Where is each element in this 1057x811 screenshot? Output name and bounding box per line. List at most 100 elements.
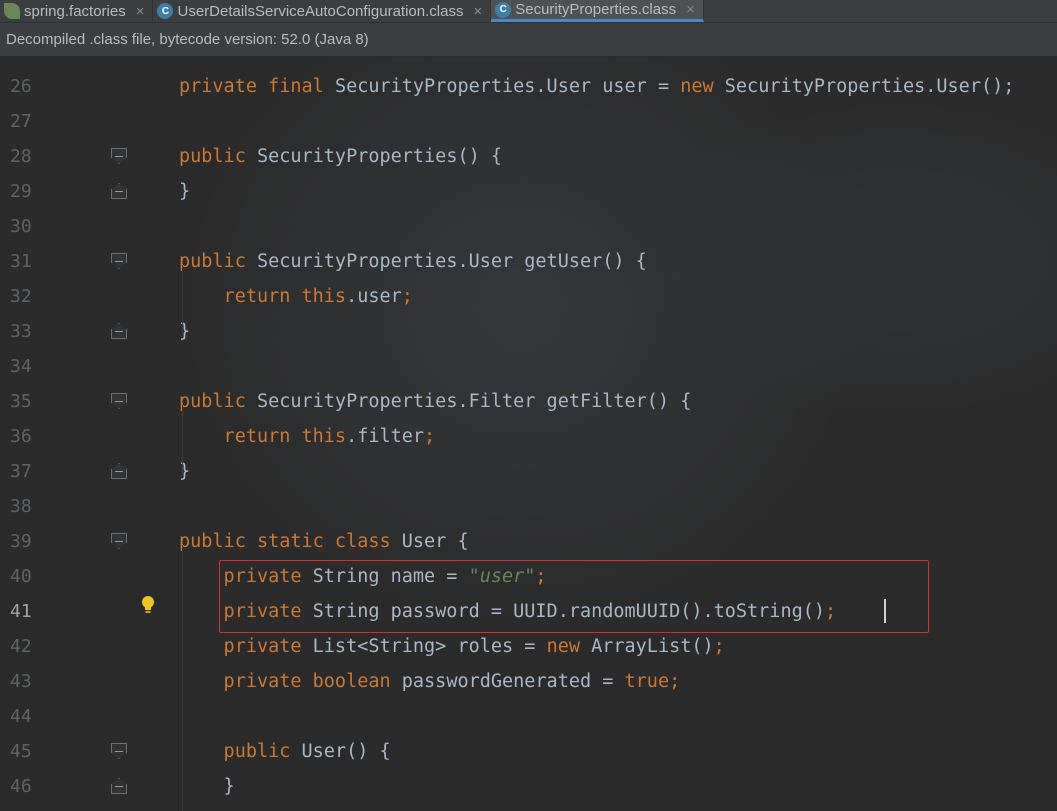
fold-expand-icon[interactable] bbox=[111, 393, 127, 409]
line-number: 28 bbox=[10, 146, 32, 167]
code-token: SecurityProperties.User user = bbox=[334, 76, 681, 97]
code-token: private final bbox=[179, 76, 335, 97]
close-tab-icon[interactable]: × bbox=[136, 3, 145, 20]
code-token: ; bbox=[424, 426, 436, 447]
code-token: new bbox=[680, 76, 725, 97]
tab-0[interactable]: spring.factories × bbox=[0, 0, 154, 22]
code-token: public bbox=[179, 741, 302, 762]
line-number: 38 bbox=[10, 496, 32, 517]
highlight-annotation-box bbox=[219, 560, 929, 633]
line-number: 32 bbox=[10, 286, 32, 307]
code-token: passwordGenerated = bbox=[401, 671, 625, 692]
fold-collapse-icon[interactable] bbox=[111, 183, 127, 199]
fold-expand-icon[interactable] bbox=[111, 253, 127, 269]
code-editor[interactable]: 26 27 28 29 30 31 32 33 34 35 36 37 38 39 40 41 42 43 44 45… bbox=[0, 58, 1057, 811]
code-token: private boolean bbox=[179, 671, 402, 692]
code-token: User() { bbox=[301, 741, 391, 762]
close-tab-icon[interactable]: × bbox=[686, 1, 695, 18]
line-number: 27 bbox=[10, 111, 32, 132]
code-line[interactable]: return this.filter; bbox=[179, 419, 436, 454]
code-token: return this bbox=[179, 426, 347, 447]
code-token: SecurityProperties.User(); bbox=[724, 76, 1015, 97]
tab-2[interactable]: C SecurityProperties.class × bbox=[491, 0, 704, 22]
code-token: private bbox=[179, 636, 313, 657]
code-token: SecurityProperties() { bbox=[256, 146, 503, 167]
code-token: List<String> roles = bbox=[312, 636, 547, 657]
line-number: 35 bbox=[10, 391, 32, 412]
fold-collapse-icon[interactable] bbox=[111, 778, 127, 794]
code-token: User { bbox=[401, 531, 469, 552]
line-number: 31 bbox=[10, 251, 32, 272]
code-token: public static class bbox=[179, 531, 402, 552]
class-icon: C bbox=[157, 3, 174, 19]
code-line[interactable]: public SecurityProperties.Filter getFilt… bbox=[179, 384, 691, 419]
code-line[interactable]: return this.user; bbox=[179, 279, 413, 314]
line-number: 46 bbox=[10, 776, 32, 797]
code-line[interactable]: public SecurityProperties() { bbox=[179, 139, 502, 174]
editor-tab-bar: spring.factories × C UserDetailsServiceAuto… bbox=[0, 0, 1057, 23]
text-caret bbox=[884, 599, 886, 623]
code-token: new bbox=[546, 636, 592, 657]
tab-label: UserDetailsServiceAutoConfiguration.clas… bbox=[177, 2, 464, 20]
code-token: } bbox=[179, 776, 235, 797]
code-area[interactable]: private final SecurityProperties.User us… bbox=[179, 58, 1057, 811]
line-number: 36 bbox=[10, 426, 32, 447]
fold-collapse-icon[interactable] bbox=[111, 463, 127, 479]
tab-1[interactable]: C UserDetailsServiceAutoConfiguration.cla… bbox=[153, 0, 492, 22]
fold-expand-icon[interactable] bbox=[111, 533, 127, 549]
code-line[interactable]: } bbox=[179, 174, 190, 209]
indent-guide bbox=[182, 265, 183, 335]
code-token: ; bbox=[401, 286, 413, 307]
indent-guide bbox=[182, 405, 183, 475]
code-line[interactable]: private List<String> roles = new ArrayLi… bbox=[179, 629, 725, 664]
fold-collapse-icon[interactable] bbox=[111, 323, 127, 339]
line-number: 40 bbox=[10, 566, 32, 587]
code-token: } bbox=[179, 461, 191, 482]
line-number: 44 bbox=[10, 706, 32, 727]
code-line[interactable]: } bbox=[179, 454, 190, 489]
line-number: 41 bbox=[10, 601, 32, 622]
indent-guide bbox=[182, 545, 183, 811]
line-number: 26 bbox=[10, 76, 32, 97]
code-token: public bbox=[179, 251, 257, 272]
code-token: public bbox=[179, 391, 257, 412]
code-token: } bbox=[179, 181, 191, 202]
line-number: 29 bbox=[10, 181, 32, 202]
code-token: } bbox=[179, 321, 191, 342]
close-tab-icon[interactable]: × bbox=[473, 3, 482, 20]
code-token: return this bbox=[179, 286, 347, 307]
tab-label: SecurityProperties.class bbox=[515, 1, 677, 18]
code-line[interactable]: } bbox=[179, 769, 235, 804]
code-token: SecurityProperties.Filter getFilter() { bbox=[256, 391, 692, 412]
line-number: 34 bbox=[10, 356, 32, 377]
line-number: 39 bbox=[10, 531, 32, 552]
line-number: 45 bbox=[10, 741, 32, 762]
line-number: 37 bbox=[10, 461, 32, 482]
code-token: public bbox=[179, 146, 257, 167]
class-icon: C bbox=[495, 1, 512, 18]
code-line[interactable]: private boolean passwordGenerated = true… bbox=[179, 664, 681, 699]
line-number: 42 bbox=[10, 636, 32, 657]
code-token: true; bbox=[624, 671, 681, 692]
code-line[interactable]: public static class User { bbox=[179, 524, 469, 559]
code-line[interactable]: private final SecurityProperties.User us… bbox=[179, 69, 1014, 104]
line-number-gutter: 26 27 28 29 30 31 32 33 34 35 36 37 38 39 40 41 42 43 44 45… bbox=[0, 58, 160, 811]
code-token: filter bbox=[357, 426, 425, 447]
code-line[interactable]: } bbox=[179, 314, 190, 349]
spring-leaf-icon bbox=[4, 3, 20, 19]
code-token: user bbox=[357, 286, 402, 307]
line-number: 43 bbox=[10, 671, 32, 692]
code-token: ArrayList() bbox=[591, 636, 714, 657]
fold-expand-icon[interactable] bbox=[111, 743, 127, 759]
tab-label: spring.factories bbox=[24, 2, 126, 20]
code-token: . bbox=[346, 426, 358, 447]
code-token: . bbox=[346, 286, 358, 307]
fold-expand-icon[interactable] bbox=[111, 148, 127, 164]
line-number: 30 bbox=[10, 216, 32, 237]
lightbulb-icon[interactable] bbox=[141, 595, 155, 615]
code-token: SecurityProperties.User getUser() { bbox=[256, 251, 647, 272]
code-line[interactable]: public SecurityProperties.User getUser()… bbox=[179, 244, 647, 279]
line-number: 33 bbox=[10, 321, 32, 342]
code-token: ; bbox=[713, 636, 725, 657]
code-line[interactable]: public User() { bbox=[179, 734, 391, 769]
